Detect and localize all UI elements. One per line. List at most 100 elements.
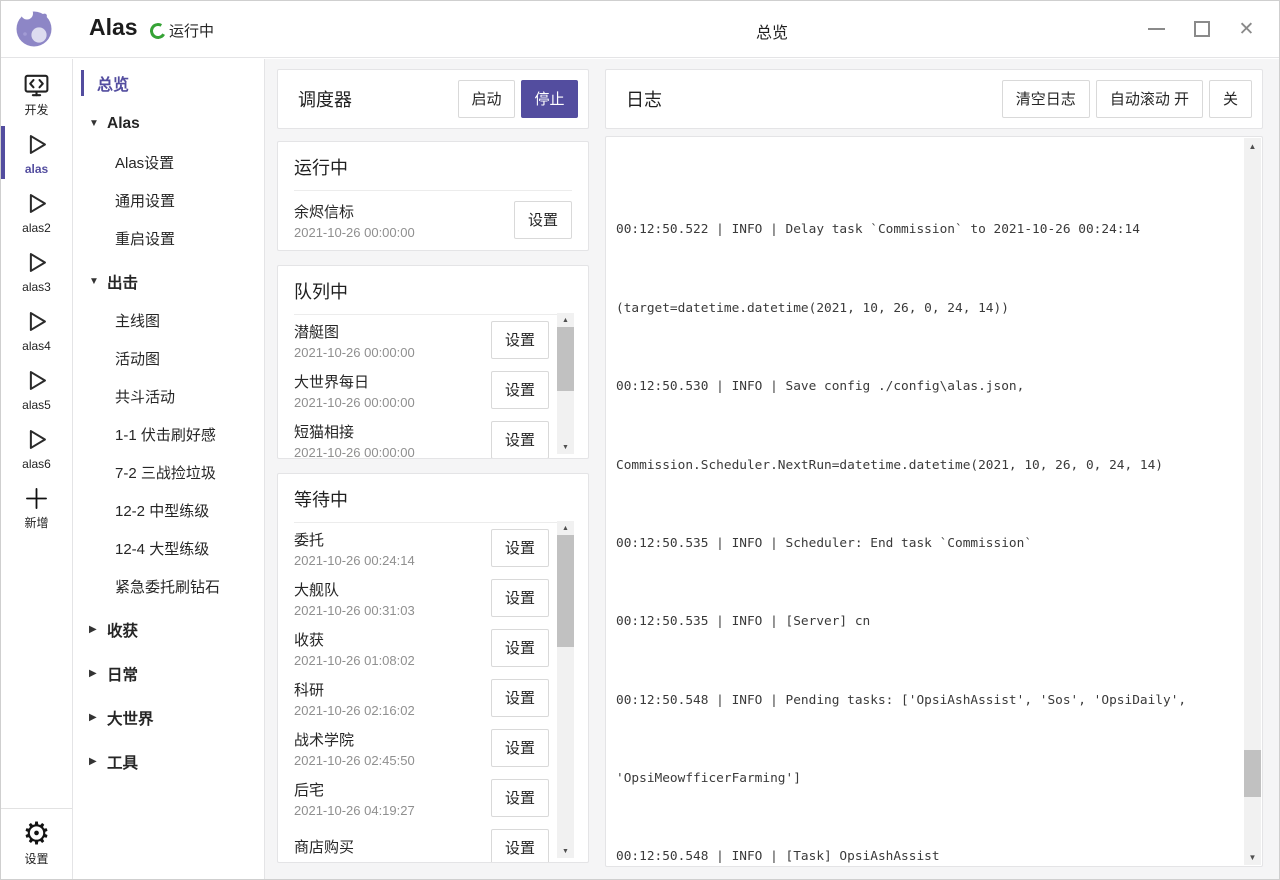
- close-button[interactable]: ✕: [1224, 1, 1269, 57]
- settings-label: 设置: [24, 852, 48, 866]
- running-title: 运行中: [294, 154, 572, 191]
- autoscroll-on-button[interactable]: 自动滚动 开: [1096, 80, 1203, 118]
- task-setting-button[interactable]: 设置: [491, 321, 549, 359]
- scroll-up-icon[interactable]: ▲: [557, 521, 574, 535]
- scroll-up-icon[interactable]: ▲: [557, 313, 574, 327]
- nav-item[interactable]: 总览: [73, 68, 264, 98]
- settings-button[interactable]: ⚙ 设置: [1, 808, 72, 879]
- nav-item[interactable]: 活动图: [73, 339, 264, 377]
- nav-item[interactable]: ▼ Alas: [73, 105, 264, 143]
- waiting-title: 等待中: [294, 486, 572, 523]
- nav-item-label: 出击: [107, 271, 138, 293]
- nav-item[interactable]: Alas设置: [73, 143, 264, 181]
- instance-item[interactable]: alas4: [1, 300, 72, 359]
- plus-icon: [23, 485, 50, 512]
- scroll-thumb[interactable]: [1244, 750, 1261, 797]
- app-title: Alas: [89, 14, 138, 41]
- instance-label: alas5: [22, 398, 51, 412]
- task-setting-button[interactable]: 设置: [514, 201, 572, 239]
- log-scrollbar[interactable]: ▲ ▼: [1244, 138, 1261, 865]
- minimize-button[interactable]: [1134, 1, 1179, 57]
- nav-item[interactable]: 1-1 伏击刷好感: [73, 415, 264, 453]
- instance-label: alas4: [22, 339, 51, 353]
- task-name: 大世界每日: [294, 371, 491, 392]
- task-setting-button[interactable]: 设置: [491, 629, 549, 667]
- instance-item[interactable]: alas6: [1, 418, 72, 477]
- nav-item[interactable]: 共斗活动: [73, 377, 264, 415]
- nav-item-label: 7-2 三战捡垃圾: [115, 462, 216, 483]
- task-setting-button[interactable]: 设置: [491, 779, 549, 817]
- nav-item-label: 12-2 中型练级: [115, 500, 209, 521]
- nav-item-label: 重启设置: [115, 228, 175, 249]
- scroll-thumb[interactable]: [557, 535, 574, 647]
- nav-arrow-icon: ▶: [89, 713, 107, 723]
- nav-arrow-icon: ▶: [89, 669, 107, 679]
- pending-title: 队列中: [294, 278, 572, 315]
- nav-item[interactable]: ▶ 工具: [73, 743, 264, 781]
- task-name: 余烬信标: [294, 201, 514, 222]
- nav-item[interactable]: ▶ 日常: [73, 655, 264, 693]
- nav-item[interactable]: 重启设置: [73, 219, 264, 257]
- instance-item[interactable]: 开发: [1, 64, 72, 123]
- scroll-up-icon[interactable]: ▲: [1244, 138, 1261, 154]
- stop-button[interactable]: 停止: [521, 80, 578, 118]
- pending-task-list: 潜艇图 2021-10-26 00:00:00 设置 大世界每日 2021-10…: [278, 315, 588, 459]
- instance-item[interactable]: 新增: [1, 477, 72, 536]
- task-time: 2021-10-26 00:00:00: [294, 395, 491, 410]
- instance-label: 开发: [24, 103, 48, 117]
- task-time: 2021-10-26 00:00:00: [294, 345, 491, 360]
- instance-label: alas6: [22, 457, 51, 471]
- nav-arrow-icon: ▶: [89, 625, 107, 635]
- task-setting-button[interactable]: 设置: [491, 729, 549, 767]
- scroll-down-icon[interactable]: ▼: [557, 440, 574, 454]
- nav-item[interactable]: 紧急委托刷钻石: [73, 567, 264, 605]
- task-setting-button[interactable]: 设置: [491, 371, 549, 409]
- nav-item[interactable]: 主线图: [73, 301, 264, 339]
- instance-item[interactable]: alas2: [1, 182, 72, 241]
- log-line: 00:12:50.530 | INFO | Save config ./conf…: [616, 377, 1232, 397]
- instance-sidebar: 开发: [1, 59, 73, 879]
- nav-list: 总览 ▼ Alas Alas设置 通用设置: [73, 68, 264, 781]
- start-button[interactable]: 启动: [458, 80, 515, 118]
- nav-item[interactable]: 通用设置: [73, 181, 264, 219]
- task-row: 大世界每日 2021-10-26 00:00:00 设置: [294, 365, 549, 415]
- instance-item[interactable]: alas: [1, 123, 72, 182]
- minimize-icon: [1148, 28, 1165, 30]
- nav-item-label: 通用设置: [115, 190, 175, 211]
- nav-item[interactable]: 12-4 大型练级: [73, 529, 264, 567]
- scroll-thumb[interactable]: [557, 327, 574, 391]
- clear-log-button[interactable]: 清空日志: [1002, 80, 1090, 118]
- instance-item[interactable]: alas5: [1, 359, 72, 418]
- log-column: 日志 清空日志 自动滚动 开 关 00:12:50.522 | INFO | D…: [605, 69, 1263, 867]
- autoscroll-off-button[interactable]: 关: [1209, 80, 1252, 118]
- nav-item[interactable]: 12-2 中型练级: [73, 491, 264, 529]
- task-time: 2021-10-26 02:16:02: [294, 703, 491, 718]
- task-setting-button[interactable]: 设置: [491, 579, 549, 617]
- log-panel[interactable]: 00:12:50.522 | INFO | Delay task `Commis…: [605, 136, 1263, 867]
- pending-scrollbar[interactable]: ▲ ▼: [557, 313, 574, 454]
- nav-item[interactable]: ▶ 大世界: [73, 699, 264, 737]
- scroll-down-icon[interactable]: ▼: [557, 844, 574, 858]
- instance-item[interactable]: alas3: [1, 241, 72, 300]
- log-line: 00:12:50.535 | INFO | Scheduler: End tas…: [616, 534, 1232, 554]
- waiting-scrollbar[interactable]: ▲ ▼: [557, 521, 574, 858]
- instance-label: alas: [25, 162, 48, 176]
- nav-item[interactable]: ▶ 收获: [73, 611, 264, 649]
- task-setting-button[interactable]: 设置: [491, 421, 549, 459]
- maximize-button[interactable]: [1179, 1, 1224, 57]
- task-row: 战术学院 2021-10-26 02:45:50 设置: [294, 723, 549, 773]
- nav-item[interactable]: ▼ 出击: [73, 263, 264, 301]
- log-title: 日志: [626, 86, 996, 112]
- instance-label: alas2: [22, 221, 51, 235]
- scheduler-card: 调度器 启动 停止: [277, 69, 589, 129]
- task-row: 后宅 2021-10-26 04:19:27 设置: [294, 773, 549, 823]
- nav-item-label: 1-1 伏击刷好感: [115, 424, 216, 445]
- close-icon: ✕: [1239, 20, 1255, 39]
- play-icon: [23, 367, 50, 394]
- task-setting-button[interactable]: 设置: [491, 829, 549, 863]
- task-setting-button[interactable]: 设置: [491, 529, 549, 567]
- task-setting-button[interactable]: 设置: [491, 679, 549, 717]
- scheduler-status: 运行中: [150, 20, 214, 41]
- nav-item[interactable]: 7-2 三战捡垃圾: [73, 453, 264, 491]
- scroll-down-icon[interactable]: ▼: [1244, 849, 1261, 865]
